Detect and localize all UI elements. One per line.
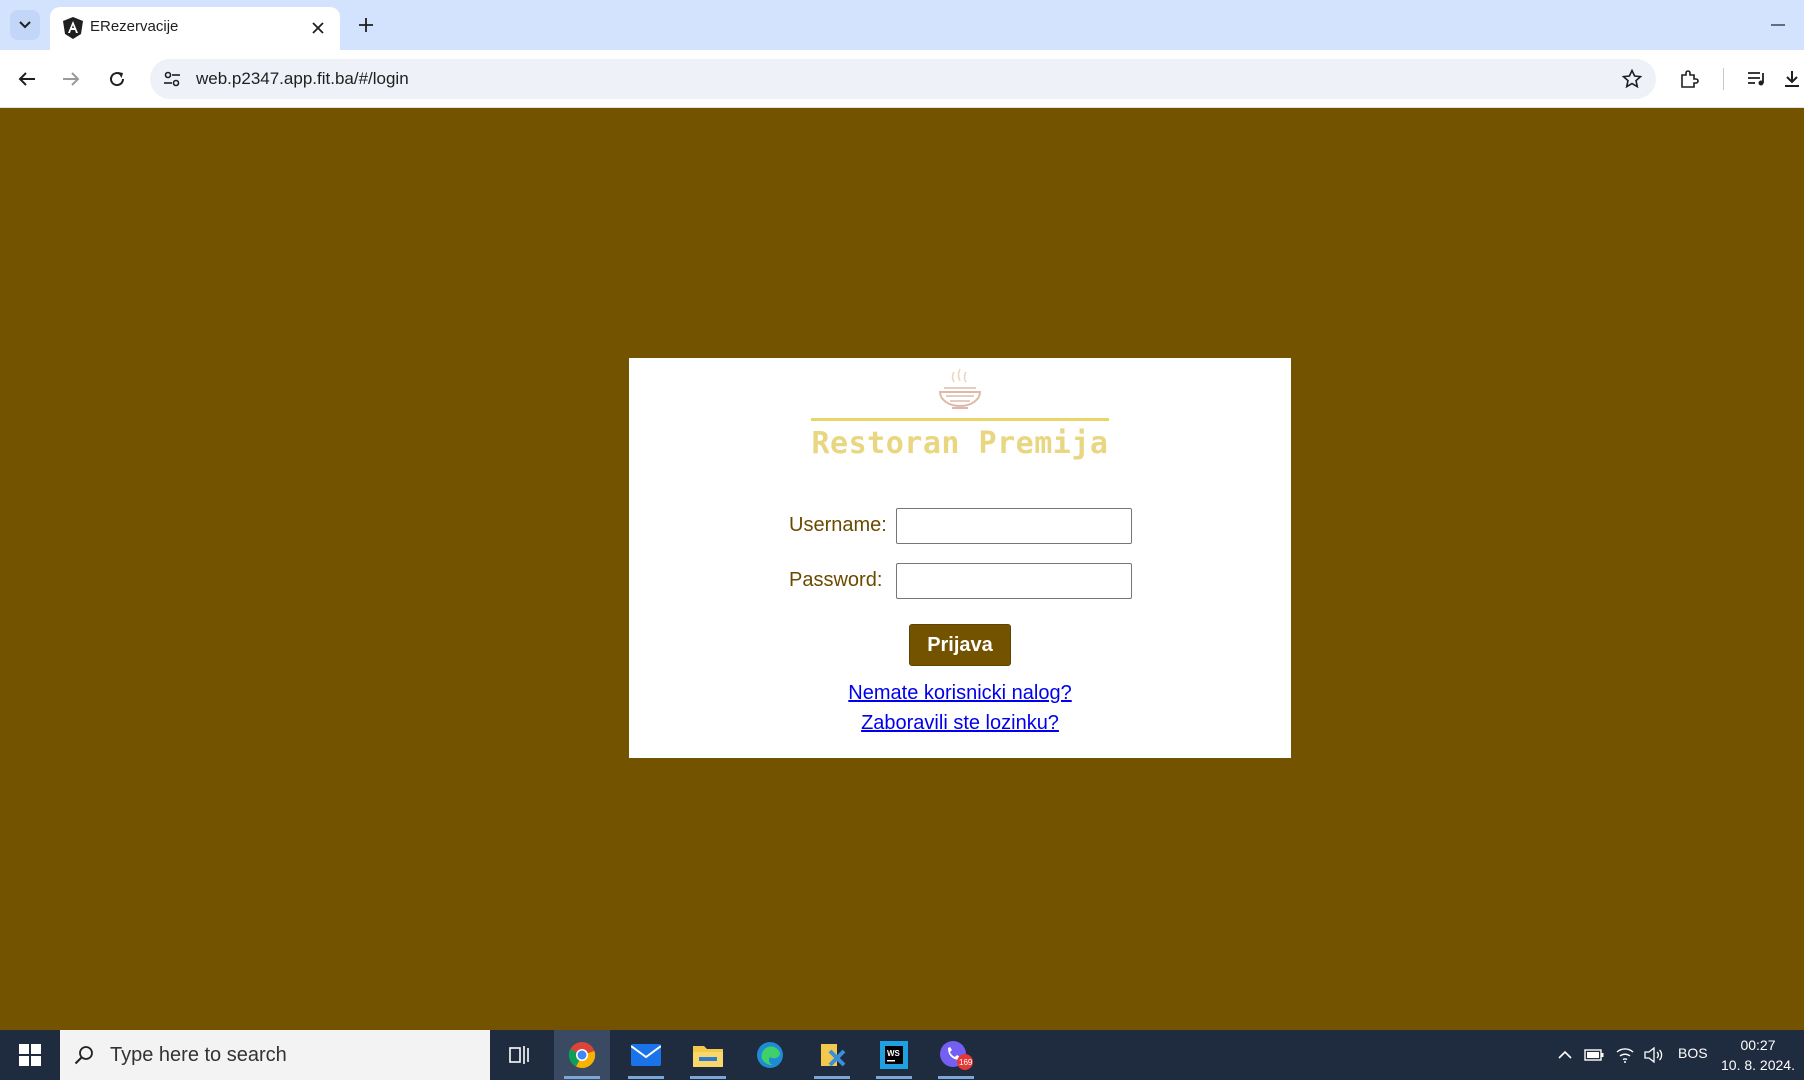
running-app-indicator bbox=[876, 1076, 912, 1079]
browser-toolbar: web.p2347.app.fit.ba/#/login bbox=[0, 50, 1804, 108]
running-app-indicator bbox=[690, 1076, 726, 1079]
media-control-icon[interactable] bbox=[1740, 62, 1774, 96]
forward-arrow-icon[interactable] bbox=[54, 62, 88, 96]
webstorm-icon[interactable]: WS bbox=[866, 1030, 922, 1080]
viber-badge: 169 bbox=[959, 1058, 973, 1067]
url-text: web.p2347.app.fit.ba/#/login bbox=[196, 69, 409, 88]
input-language[interactable]: BOS bbox=[1678, 1045, 1708, 1061]
taskbar-search-box[interactable]: Type here to search bbox=[60, 1030, 490, 1080]
system-clock[interactable]: 00:27 10. 8. 2024. bbox=[1716, 1035, 1800, 1075]
tab-strip: ERezervacije bbox=[0, 0, 1804, 50]
reload-icon[interactable] bbox=[100, 62, 134, 96]
vm-app-icon[interactable] bbox=[804, 1030, 860, 1080]
tab-search-chevron-icon[interactable] bbox=[10, 10, 40, 40]
mail-icon[interactable] bbox=[618, 1030, 674, 1080]
login-card: Restoran Premija Username: Password: Pri… bbox=[629, 358, 1291, 758]
new-tab-plus-icon[interactable] bbox=[352, 11, 380, 39]
username-input[interactable] bbox=[896, 508, 1132, 544]
battery-icon[interactable] bbox=[1583, 1043, 1605, 1067]
running-app-indicator bbox=[814, 1076, 850, 1079]
bookmark-star-icon[interactable] bbox=[1620, 67, 1644, 91]
clock-date: 10. 8. 2024. bbox=[1721, 1057, 1795, 1073]
windows-start-icon[interactable] bbox=[0, 1030, 60, 1080]
steaming-bowl-icon bbox=[934, 368, 986, 414]
back-arrow-icon[interactable] bbox=[10, 62, 44, 96]
volume-icon[interactable] bbox=[1643, 1043, 1665, 1067]
minimize-window-icon[interactable] bbox=[1760, 12, 1796, 38]
logo-text: Restoran Premija bbox=[811, 426, 1109, 461]
edge-icon[interactable] bbox=[742, 1030, 798, 1080]
toolbar-divider bbox=[1723, 68, 1724, 90]
search-icon bbox=[72, 1043, 96, 1067]
tab-title: ERezervacije bbox=[90, 18, 179, 35]
angular-icon bbox=[62, 17, 84, 39]
chevron-up-icon[interactable] bbox=[1554, 1043, 1576, 1067]
password-input[interactable] bbox=[896, 563, 1132, 599]
page-background: Restoran Premija Username: Password: Pri… bbox=[0, 108, 1804, 1030]
username-label: Username: bbox=[789, 514, 887, 536]
task-view-icon[interactable] bbox=[492, 1030, 548, 1080]
taskbar: Type here to search WS 169 BOS 00:27 10.… bbox=[0, 1030, 1804, 1080]
browser-tab[interactable]: ERezervacije bbox=[50, 7, 340, 50]
search-placeholder: Type here to search bbox=[110, 1044, 287, 1066]
chrome-icon[interactable] bbox=[554, 1030, 610, 1080]
register-link[interactable]: Nemate korisnicki nalog? bbox=[629, 682, 1291, 705]
address-bar[interactable]: web.p2347.app.fit.ba/#/login bbox=[150, 59, 1656, 99]
login-button[interactable]: Prijava bbox=[909, 624, 1011, 666]
clock-time: 00:27 bbox=[1740, 1037, 1776, 1053]
viber-icon[interactable]: 169 bbox=[928, 1030, 984, 1080]
logo-underline bbox=[811, 418, 1109, 421]
file-explorer-icon[interactable] bbox=[680, 1030, 736, 1080]
running-app-indicator bbox=[628, 1076, 664, 1079]
running-app-indicator bbox=[938, 1076, 974, 1079]
forgot-password-link[interactable]: Zaboravili ste lozinku? bbox=[629, 712, 1291, 735]
download-icon[interactable] bbox=[1780, 62, 1804, 96]
site-settings-icon[interactable] bbox=[160, 67, 184, 91]
svg-text:WS: WS bbox=[887, 1049, 901, 1058]
close-tab-icon[interactable] bbox=[306, 16, 330, 40]
wifi-icon[interactable] bbox=[1614, 1043, 1636, 1067]
active-app-indicator bbox=[564, 1076, 600, 1079]
password-label: Password: bbox=[789, 569, 883, 591]
extensions-puzzle-icon[interactable] bbox=[1672, 62, 1706, 96]
restaurant-logo: Restoran Premija bbox=[809, 368, 1111, 461]
